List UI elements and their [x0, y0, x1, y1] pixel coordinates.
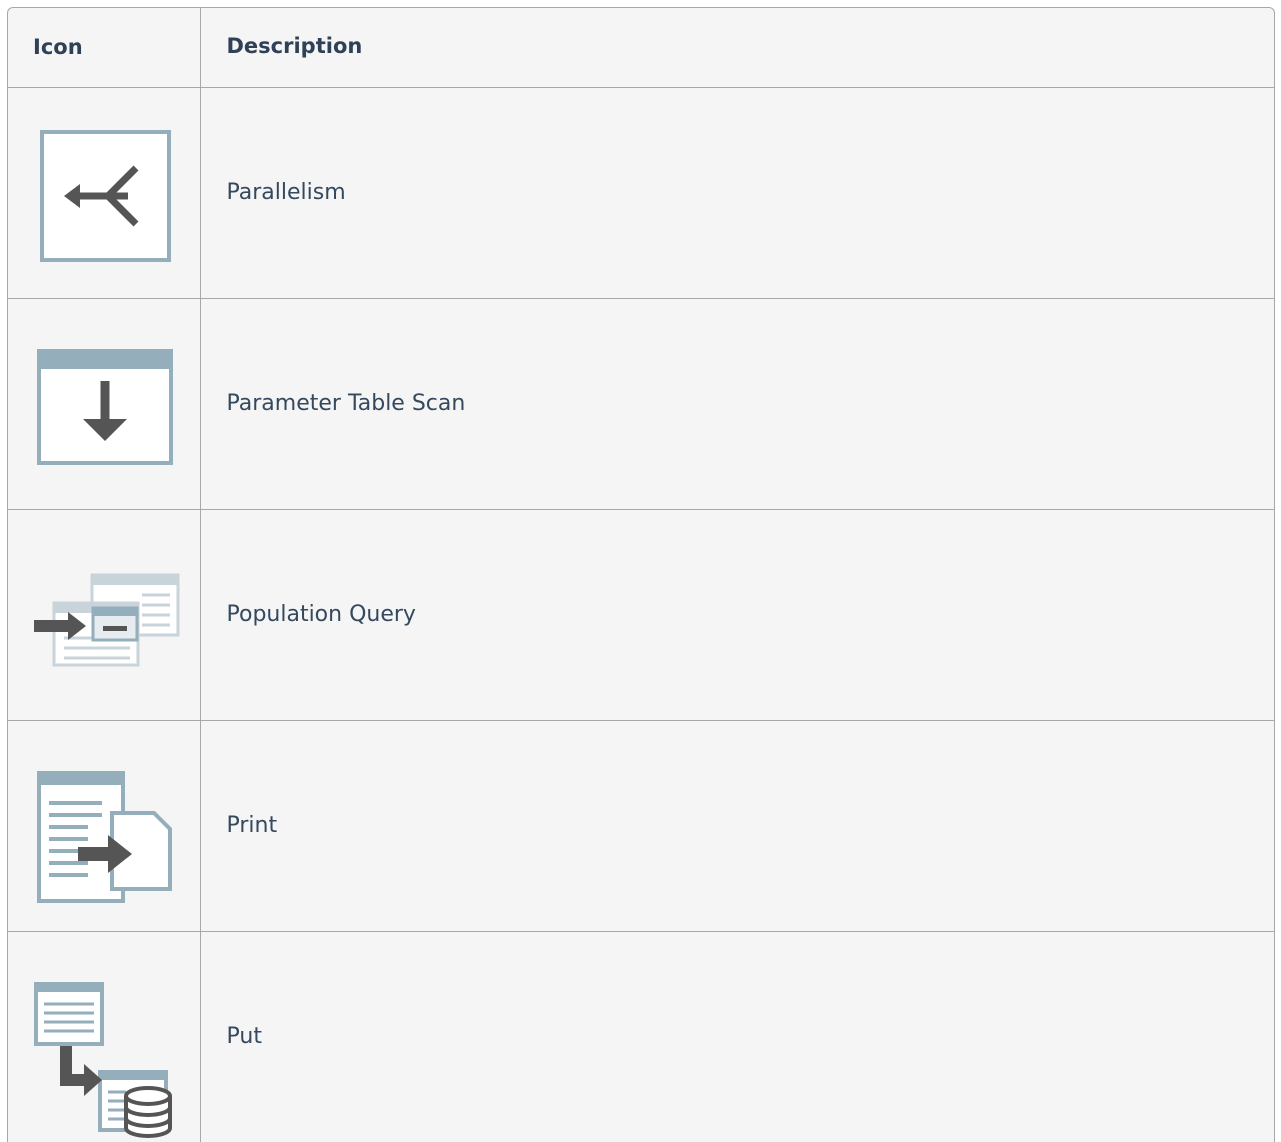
description-column-header: Description [200, 8, 1274, 88]
table-header-row: Icon Description [8, 8, 1274, 88]
table-row: Print [8, 720, 1274, 932]
population-query-icon [8, 510, 200, 720]
icon-column-header: Icon [8, 8, 201, 88]
row-description: Print [200, 720, 1274, 932]
table-row: Parallelism [8, 87, 1274, 299]
row-description: Parallelism [200, 87, 1274, 299]
row-description: Parameter Table Scan [200, 298, 1274, 510]
icon-description-table: Icon Description Parallelism Parameter T… [8, 8, 1274, 1142]
table-row: Put [8, 931, 1274, 1142]
row-description: Population Query [200, 509, 1274, 721]
table-row: Parameter Table Scan [8, 298, 1274, 510]
put-icon [8, 934, 200, 1140]
row-description: Put [226, 1024, 262, 1050]
print-icon [8, 721, 200, 931]
table-row: Population Query [8, 509, 1274, 721]
parameter-table-scan-icon [8, 299, 200, 509]
parallelism-icon [8, 88, 200, 298]
icon-table: Icon Description Parallelism Parameter T… [7, 7, 1275, 1142]
